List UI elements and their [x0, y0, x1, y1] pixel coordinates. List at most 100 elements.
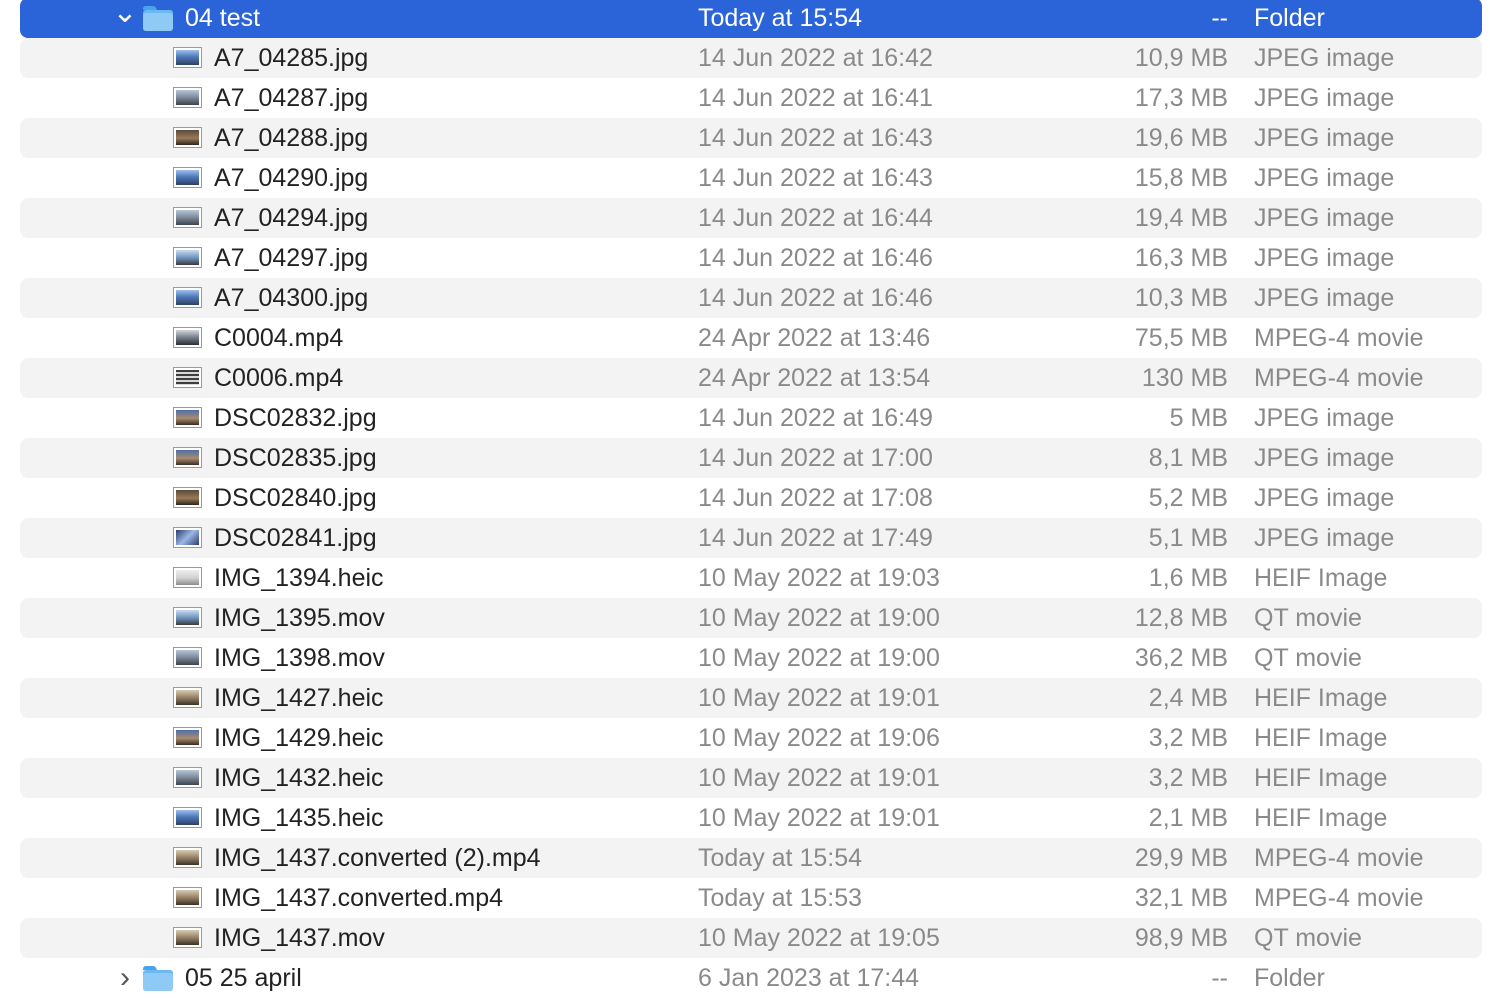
file-row[interactable]: IMG_1427.heic 10 May 2022 at 19:01 2,4 MB H…: [20, 678, 1482, 718]
date-modified: 10 May 2022 at 19:01: [698, 764, 940, 792]
date-modified: 14 Jun 2022 at 16:43: [698, 164, 933, 192]
file-row[interactable]: A7_04297.jpg 14 Jun 2022 at 16:46 16,3 MB J…: [20, 238, 1482, 278]
date-modified: 24 Apr 2022 at 13:54: [698, 364, 931, 392]
file-name: DSC02835.jpg: [214, 444, 377, 472]
video-thumbnail-icon: [173, 847, 202, 868]
date-modified: 14 Jun 2022 at 17:49: [698, 524, 933, 552]
file-kind: MPEG-4 movie: [1254, 884, 1424, 912]
file-name: IMG_1435.heic: [214, 804, 384, 832]
file-size: 5,2 MB: [1148, 484, 1228, 512]
photo-thumbnail-icon: [173, 687, 202, 708]
file-row[interactable]: A7_04285.jpg 14 Jun 2022 at 16:42 10,9 MB J…: [20, 38, 1482, 78]
video-thumbnail-icon: [173, 607, 202, 628]
file-name: A7_04297.jpg: [214, 244, 369, 272]
chevron-right-icon[interactable]: ›: [112, 958, 138, 998]
file-kind: JPEG image: [1254, 524, 1395, 552]
file-name: IMG_1437.converted (2).mp4: [214, 844, 541, 872]
photo-thumbnail-icon: [173, 567, 202, 588]
photo-thumbnail-icon: [173, 727, 202, 748]
file-row[interactable]: IMG_1395.mov 10 May 2022 at 19:00 12,8 MB Q…: [20, 598, 1482, 638]
file-size: 98,9 MB: [1134, 924, 1228, 952]
chevron-down-icon[interactable]: ⌄: [112, 0, 138, 38]
file-size: 19,4 MB: [1134, 204, 1228, 232]
file-row[interactable]: C0006.mp4 24 Apr 2022 at 13:54 130 MB MPEG-…: [20, 358, 1482, 398]
file-row[interactable]: A7_04294.jpg 14 Jun 2022 at 16:44 19,4 MB J…: [20, 198, 1482, 238]
date-modified: 10 May 2022 at 19:00: [698, 604, 940, 632]
photo-thumbnail-icon: [173, 767, 202, 788]
folder-row[interactable]: › 05 25 april 6 Jan 2023 at 17:44 -- Folder: [20, 958, 1482, 998]
photo-thumbnail-icon: [173, 287, 202, 308]
file-size: 3,2 MB: [1148, 724, 1228, 752]
file-name: DSC02841.jpg: [214, 524, 377, 552]
file-size: 2,4 MB: [1148, 684, 1228, 712]
photo-thumbnail-icon: [173, 127, 202, 148]
date-modified: 10 May 2022 at 19:01: [698, 684, 940, 712]
video-thumbnail-icon: [173, 367, 202, 388]
file-kind: HEIF Image: [1254, 724, 1388, 752]
date-modified: 14 Jun 2022 at 16:49: [698, 404, 933, 432]
date-modified: 14 Jun 2022 at 16:43: [698, 124, 933, 152]
file-name: IMG_1437.mov: [214, 924, 385, 952]
file-size: 29,9 MB: [1134, 844, 1228, 872]
file-name: IMG_1394.heic: [214, 564, 384, 592]
file-name: A7_04294.jpg: [214, 204, 369, 232]
file-size: 1,6 MB: [1148, 564, 1228, 592]
date-modified: 14 Jun 2022 at 17:08: [698, 484, 933, 512]
file-row[interactable]: IMG_1394.heic 10 May 2022 at 19:03 1,6 MB H…: [20, 558, 1482, 598]
file-row[interactable]: A7_04290.jpg 14 Jun 2022 at 16:43 15,8 MB J…: [20, 158, 1482, 198]
file-kind: JPEG image: [1254, 404, 1395, 432]
date-modified: 14 Jun 2022 at 16:46: [698, 284, 933, 312]
file-row[interactable]: IMG_1437.converted (2).mp4 Today at 15:54…: [20, 838, 1482, 878]
file-row[interactable]: A7_04300.jpg 14 Jun 2022 at 16:46 10,3 MB J…: [20, 278, 1482, 318]
photo-thumbnail-icon: [173, 527, 202, 548]
file-kind: JPEG image: [1254, 84, 1395, 112]
file-size: 5 MB: [1169, 404, 1228, 432]
folder-row[interactable]: ⌄ 04 test Today at 15:54 -- Folder: [20, 0, 1482, 38]
file-name: IMG_1437.converted.mp4: [214, 884, 504, 912]
date-modified: 10 May 2022 at 19:03: [698, 564, 940, 592]
file-size: 36,2 MB: [1134, 644, 1228, 672]
file-row[interactable]: DSC02841.jpg 14 Jun 2022 at 17:49 5,1 MB JP…: [20, 518, 1482, 558]
file-kind: QT movie: [1254, 644, 1362, 672]
file-name: A7_04288.jpg: [214, 124, 369, 152]
file-row[interactable]: IMG_1432.heic 10 May 2022 at 19:01 3,2 MB H…: [20, 758, 1482, 798]
file-kind: HEIF Image: [1254, 764, 1388, 792]
file-size: 2,1 MB: [1148, 804, 1228, 832]
file-kind: MPEG-4 movie: [1254, 364, 1424, 392]
file-row[interactable]: IMG_1437.converted.mp4 Today at 15:53 32,1…: [20, 878, 1482, 918]
file-row[interactable]: A7_04287.jpg 14 Jun 2022 at 16:41 17,3 MB J…: [20, 78, 1482, 118]
file-kind: HEIF Image: [1254, 804, 1388, 832]
photo-thumbnail-icon: [173, 447, 202, 468]
file-kind: QT movie: [1254, 604, 1362, 632]
file-kind: JPEG image: [1254, 204, 1395, 232]
file-kind: QT movie: [1254, 924, 1362, 952]
file-name: DSC02832.jpg: [214, 404, 377, 432]
file-size: 15,8 MB: [1134, 164, 1228, 192]
file-name: DSC02840.jpg: [214, 484, 377, 512]
file-row[interactable]: DSC02832.jpg 14 Jun 2022 at 16:49 5 MB JPEG…: [20, 398, 1482, 438]
file-row[interactable]: A7_04288.jpg 14 Jun 2022 at 16:43 19,6 MB J…: [20, 118, 1482, 158]
video-thumbnail-icon: [173, 927, 202, 948]
photo-thumbnail-icon: [173, 487, 202, 508]
file-row[interactable]: IMG_1437.mov 10 May 2022 at 19:05 98,9 MB Q…: [20, 918, 1482, 958]
file-name: IMG_1429.heic: [214, 724, 384, 752]
file-size: 5,1 MB: [1148, 524, 1228, 552]
file-row[interactable]: IMG_1398.mov 10 May 2022 at 19:00 36,2 MB Q…: [20, 638, 1482, 678]
file-row[interactable]: DSC02835.jpg 14 Jun 2022 at 17:00 8,1 MB JP…: [20, 438, 1482, 478]
file-size: 10,3 MB: [1134, 284, 1228, 312]
file-row[interactable]: DSC02840.jpg 14 Jun 2022 at 17:08 5,2 MB JP…: [20, 478, 1482, 518]
file-row[interactable]: C0004.mp4 24 Apr 2022 at 13:46 75,5 MB MPEG…: [20, 318, 1482, 358]
file-size: 17,3 MB: [1134, 84, 1228, 112]
file-kind: MPEG-4 movie: [1254, 844, 1424, 872]
file-kind: JPEG image: [1254, 244, 1395, 272]
file-size: 130 MB: [1141, 364, 1228, 392]
photo-thumbnail-icon: [173, 207, 202, 228]
file-size: 12,8 MB: [1134, 604, 1228, 632]
file-row[interactable]: IMG_1435.heic 10 May 2022 at 19:01 2,1 MB H…: [20, 798, 1482, 838]
date-modified: 6 Jan 2023 at 17:44: [698, 964, 920, 992]
date-modified: Today at 15:54: [698, 4, 863, 32]
file-name: C0004.mp4: [214, 324, 344, 352]
file-size: 16,3 MB: [1134, 244, 1228, 272]
file-row[interactable]: IMG_1429.heic 10 May 2022 at 19:06 3,2 MB H…: [20, 718, 1482, 758]
video-thumbnail-icon: [173, 327, 202, 348]
